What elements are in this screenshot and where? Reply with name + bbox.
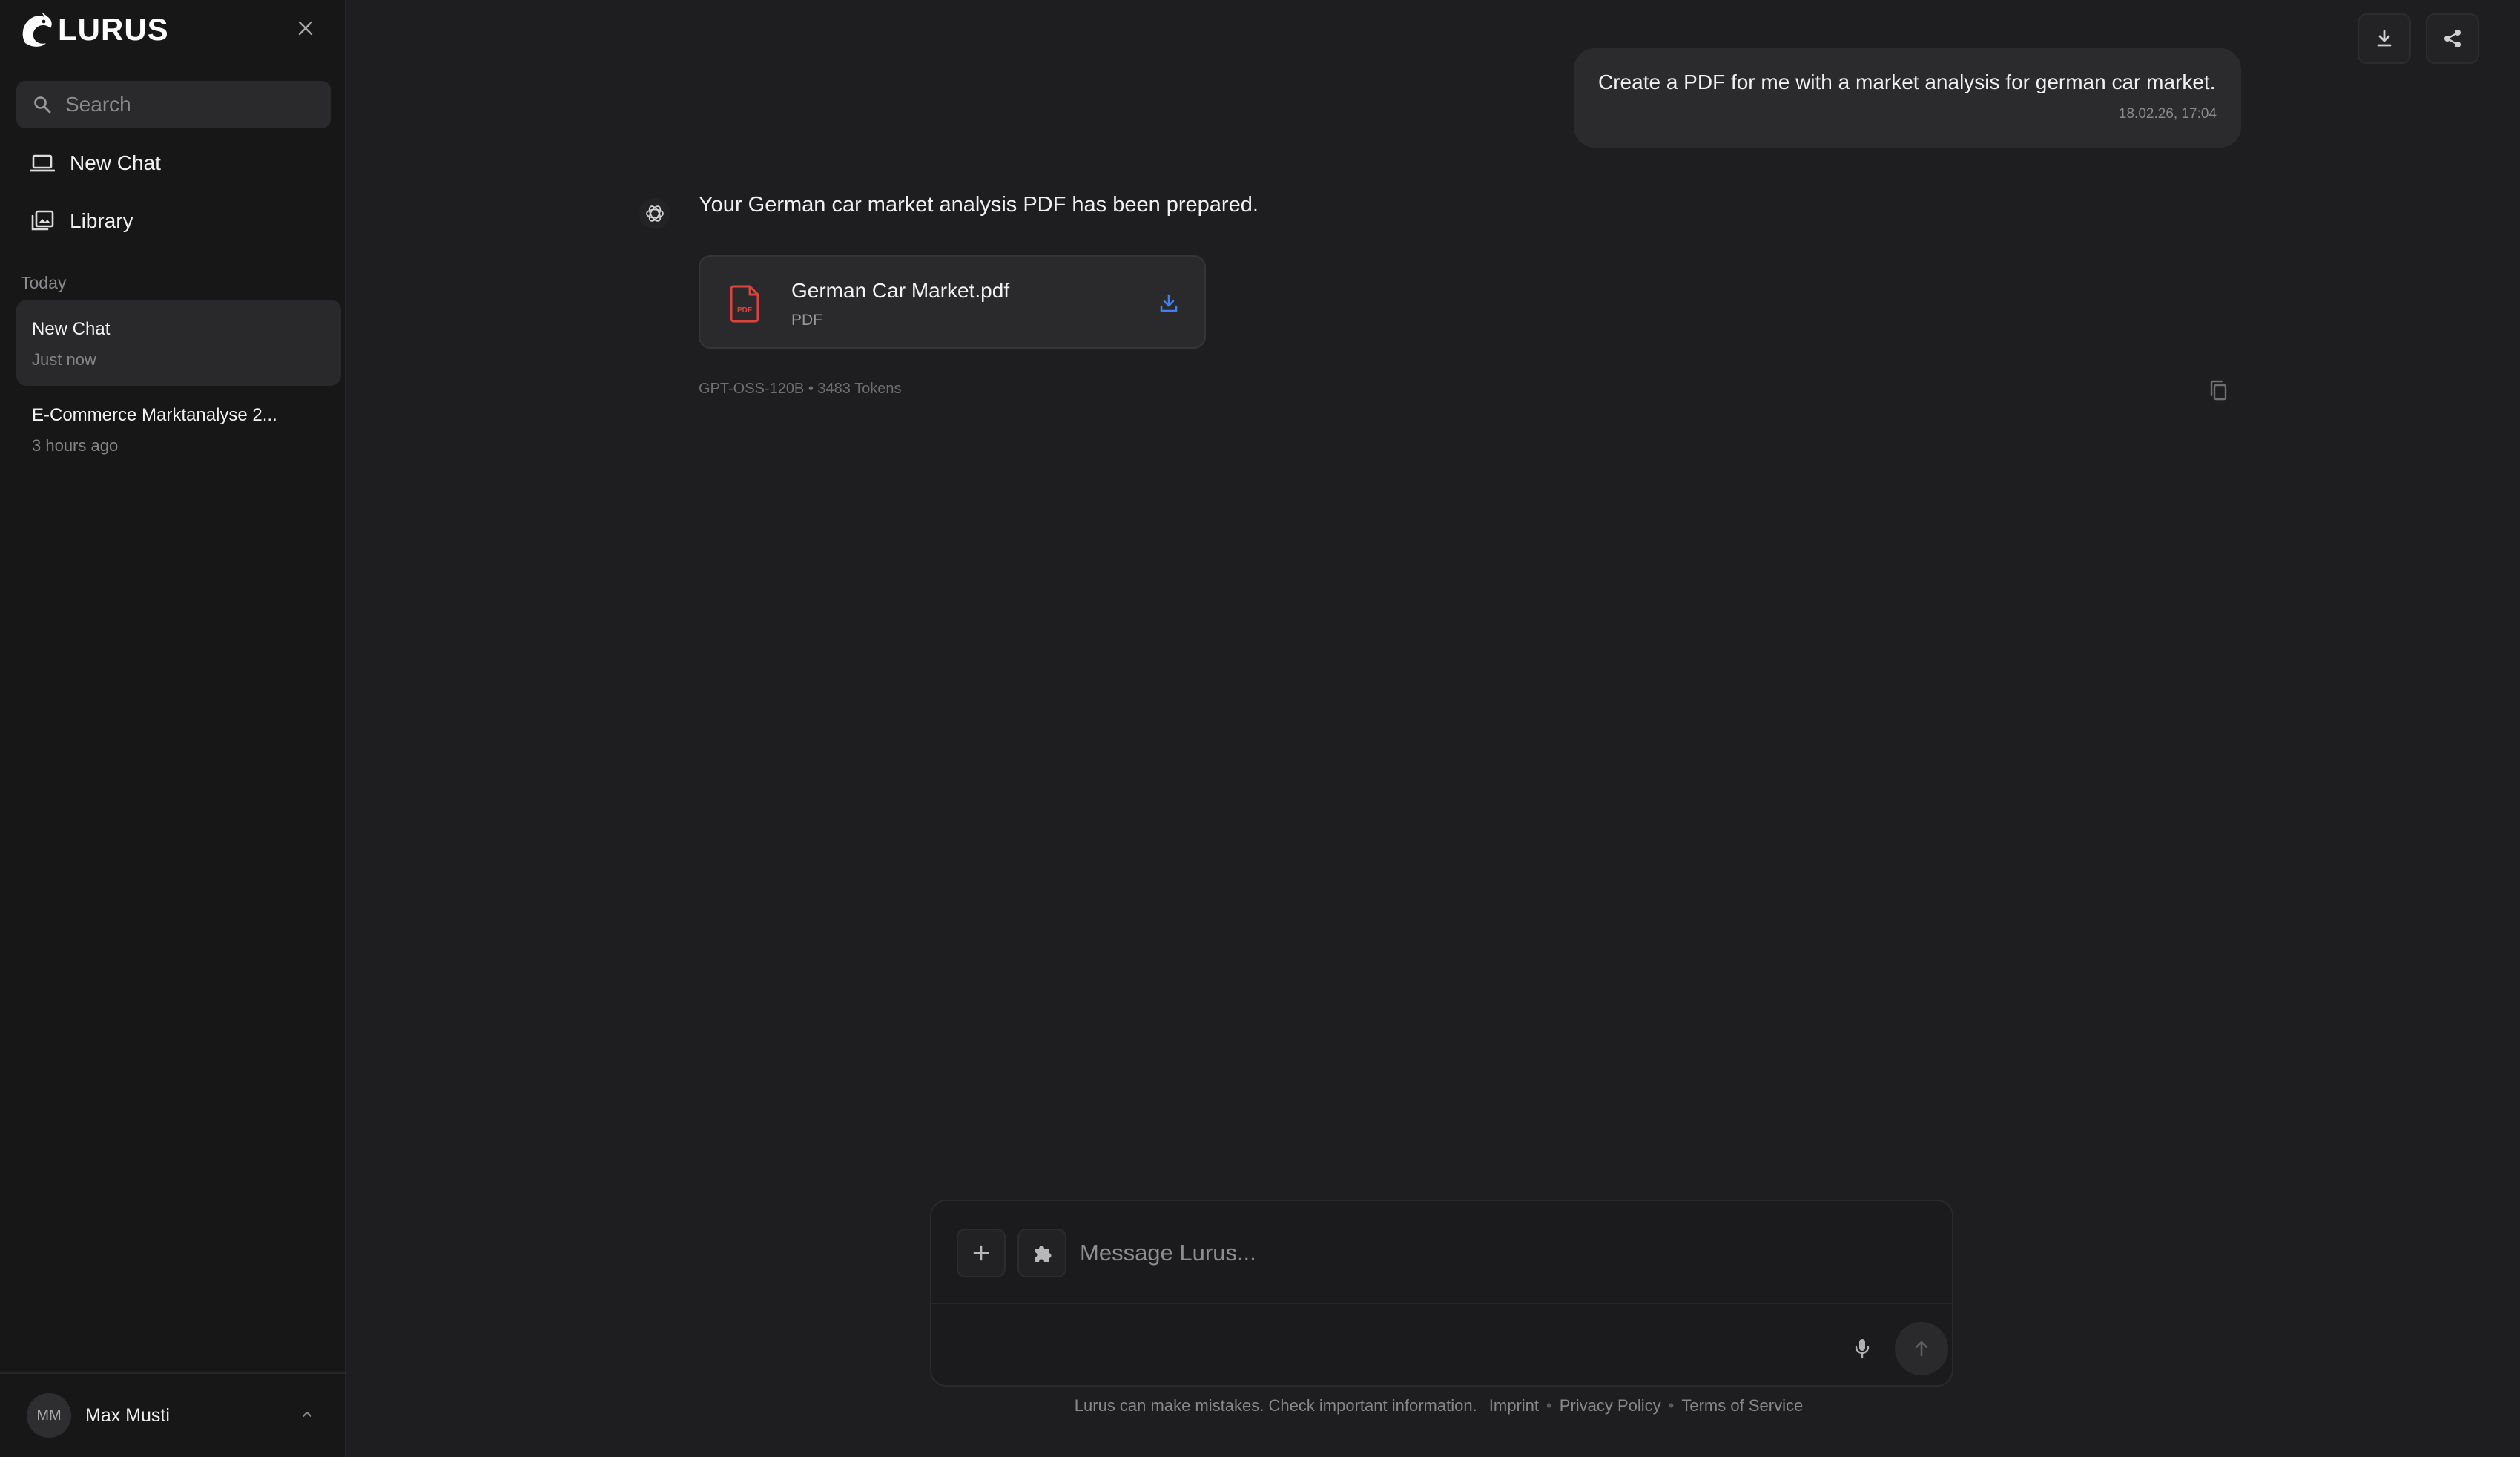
library-button[interactable]: Library (30, 209, 133, 233)
new-chat-button[interactable]: New Chat (30, 151, 161, 175)
download-icon (1160, 294, 1178, 312)
logo-mark-icon (22, 12, 52, 47)
chat-title: E-Commerce Marktanalyse 2... (32, 405, 277, 425)
search-input[interactable] (65, 93, 317, 116)
footer-separator: • (1546, 1396, 1552, 1415)
plus-icon (973, 1245, 989, 1261)
assistant-message-text: Your German car market analysis PDF has … (699, 193, 1259, 217)
logo[interactable]: LURUS (19, 10, 169, 49)
share-button[interactable] (2426, 13, 2479, 64)
voice-input-button[interactable] (1846, 1332, 1879, 1365)
close-sidebar-button[interactable] (294, 16, 317, 40)
openai-logo-icon (646, 205, 664, 222)
message-timestamp: 18.02.26, 17:04 (2118, 106, 2217, 122)
disclaimer-text: Lurus can make mistakes. Check important… (1074, 1396, 1477, 1415)
message-meta: GPT-OSS-120B • 3483 Tokens (699, 381, 902, 397)
message-composer (930, 1200, 1953, 1387)
imprint-link[interactable]: Imprint (1489, 1396, 1539, 1415)
terms-of-service-link[interactable]: Terms of Service (1681, 1396, 1803, 1415)
chevron-up-icon[interactable] (299, 1407, 315, 1423)
send-button[interactable] (1895, 1322, 1948, 1375)
logo-text: LURUS (58, 12, 169, 47)
user-message-bubble: Create a PDF for me with a market analys… (1574, 48, 2241, 148)
privacy-policy-link[interactable]: Privacy Policy (1560, 1396, 1661, 1415)
download-chat-button[interactable] (2358, 13, 2411, 64)
section-label-today: Today (21, 273, 67, 292)
assistant-avatar (639, 198, 670, 229)
composer-divider (931, 1303, 1952, 1304)
file-attachment-card[interactable]: PDF German Car Market.pdf PDF (699, 255, 1206, 349)
user-name: Max Musti (85, 1404, 170, 1426)
search-icon (34, 96, 51, 114)
avatar: MM (27, 1393, 71, 1438)
pdf-icon-label: PDF (737, 306, 752, 315)
app-root: LURUS New Chat (0, 0, 2520, 1457)
new-chat-label: New Chat (70, 151, 161, 174)
chat-item[interactable]: New Chat Just now (16, 300, 341, 386)
library-label: Library (70, 209, 133, 232)
chat-title: New Chat (32, 319, 111, 339)
close-icon (298, 21, 313, 36)
microphone-icon (1855, 1339, 1870, 1359)
download-icon (2377, 30, 2392, 47)
file-type: PDF (791, 312, 822, 329)
share-icon (2444, 30, 2461, 47)
chat-item[interactable]: E-Commerce Marktanalyse 2... 3 hours ago (16, 386, 341, 472)
plugins-button[interactable] (1017, 1229, 1066, 1277)
footer: Lurus can make mistakes. Check important… (1068, 1396, 1810, 1415)
add-attachment-button[interactable] (957, 1229, 1006, 1277)
chat-time: 3 hours ago (32, 436, 119, 455)
puzzle-icon (1035, 1246, 1052, 1262)
file-download-button[interactable] (1154, 289, 1184, 318)
arrow-up-icon (1915, 1341, 1928, 1357)
file-name: German Car Market.pdf (791, 279, 1010, 302)
library-icon (31, 210, 54, 231)
user-message-text: Create a PDF for me with a market analys… (1598, 70, 2216, 93)
sidebar: LURUS New Chat (0, 0, 346, 1457)
chat-main: Create a PDF for me with a market analys… (346, 0, 2520, 1457)
pdf-file-icon: PDF (730, 285, 759, 323)
copy-button[interactable] (2205, 377, 2232, 404)
message-input[interactable] (1080, 1231, 1896, 1275)
copy-icon (2210, 380, 2227, 401)
footer-separator: • (1668, 1396, 1675, 1415)
chat-time: Just now (32, 350, 96, 369)
search-box[interactable] (16, 81, 331, 128)
user-menu[interactable]: MM Max Musti (0, 1372, 346, 1457)
laptop-icon (30, 154, 55, 172)
